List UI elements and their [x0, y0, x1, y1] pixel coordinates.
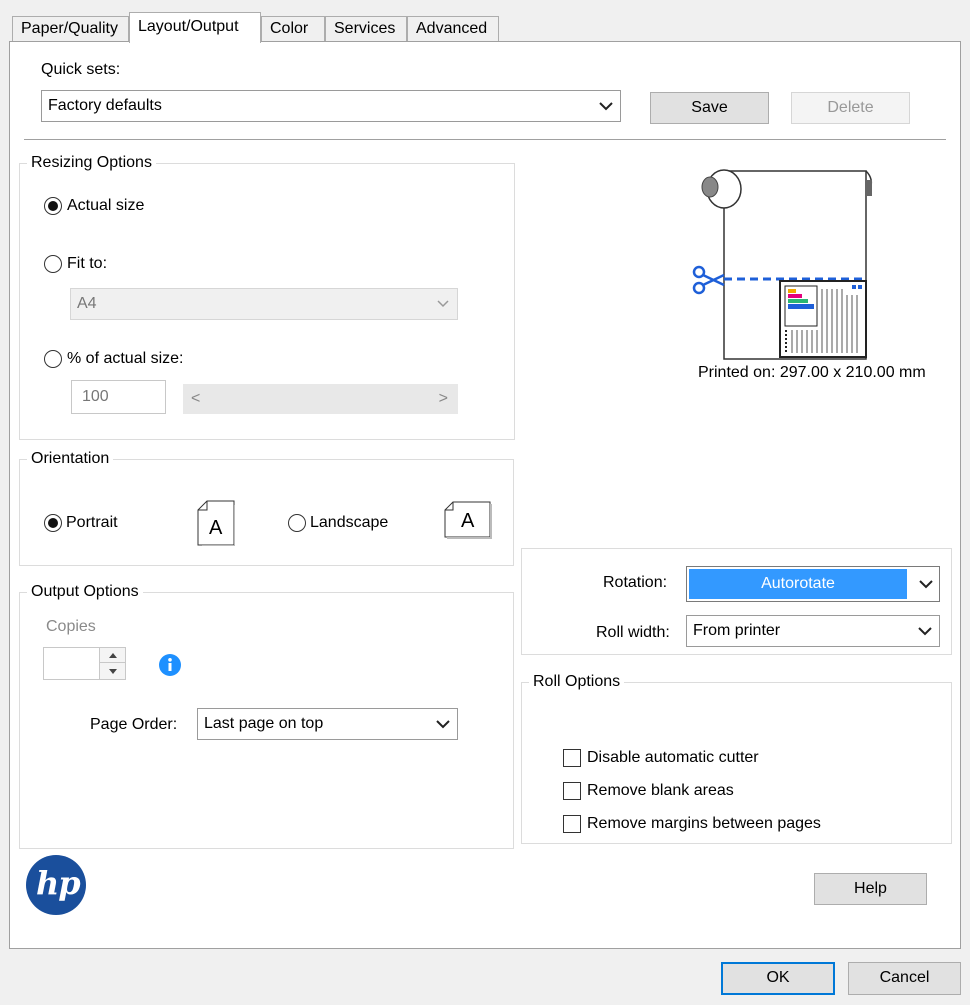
tab-label: Advanced	[416, 20, 488, 37]
tab-paper-quality[interactable]: Paper/Quality	[12, 16, 129, 42]
orientation-title: Orientation	[27, 449, 114, 469]
portrait-page-icon: A	[197, 500, 236, 547]
tab-services[interactable]: Services	[325, 16, 407, 42]
rotation-value: Autorotate	[689, 569, 907, 599]
fit-to-select[interactable]: A4	[70, 288, 458, 320]
landscape-page-icon: A	[444, 501, 492, 539]
divider	[24, 139, 946, 140]
roll-options-group: Roll Options Disable automatic cutter Re…	[521, 672, 952, 844]
remove-margins-checkbox[interactable]	[563, 815, 581, 833]
hp-logo-text: hp	[36, 864, 81, 902]
rotation-label: Rotation:	[603, 574, 668, 591]
roll-width-label: Roll width:	[596, 624, 670, 641]
stepper-up-icon[interactable]	[100, 648, 125, 663]
tab-label: Layout/Output	[138, 18, 239, 35]
portrait-label: Portrait	[66, 514, 118, 531]
layout-output-panel: Quick sets: Factory defaults Save Delete…	[9, 41, 961, 949]
roll-width-select[interactable]: From printer	[686, 615, 940, 647]
tab-layout-output[interactable]: Layout/Output	[129, 12, 261, 43]
output-options-group: Output Options Copies Page Order: Last p…	[19, 582, 514, 849]
page-order-select[interactable]: Last page on top	[197, 708, 458, 740]
landscape-radio[interactable]	[288, 514, 306, 532]
hp-logo: hp	[26, 855, 86, 915]
page-order-label: Page Order:	[90, 716, 178, 733]
slider-right-arrow[interactable]: >	[439, 384, 448, 414]
tab-label: Color	[270, 20, 309, 37]
percent-size-slider[interactable]: < >	[183, 384, 458, 414]
landscape-label: Landscape	[310, 514, 389, 531]
chevron-down-icon	[435, 289, 451, 319]
copies-stepper[interactable]	[43, 647, 126, 680]
printed-on-label: Printed on: 297.00 x 210.00 mm	[698, 364, 926, 381]
remove-blank-areas-checkbox[interactable]	[563, 782, 581, 800]
delete-button[interactable]: Delete	[791, 92, 910, 124]
cancel-button[interactable]: Cancel	[848, 962, 961, 995]
ok-button[interactable]: OK	[721, 962, 835, 995]
scissors-icon	[692, 265, 726, 295]
actual-size-label: Actual size	[67, 197, 145, 214]
tab-label: Paper/Quality	[21, 20, 118, 37]
resizing-options-title: Resizing Options	[27, 153, 156, 173]
roll-width-value: From printer	[693, 622, 781, 639]
tab-label: Services	[334, 20, 396, 37]
percent-size-radio[interactable]	[44, 350, 62, 368]
chevron-down-icon	[598, 91, 614, 121]
percent-size-input[interactable]: 100	[71, 380, 166, 414]
rotation-group: Rotation: Autorotate Roll width: From pr…	[521, 548, 952, 655]
orientation-group: Orientation Portrait A Landscape A	[19, 449, 514, 566]
chevron-down-icon	[435, 709, 451, 739]
chevron-down-icon	[919, 567, 933, 601]
help-button[interactable]: Help	[814, 873, 927, 905]
stepper-down-icon[interactable]	[100, 663, 125, 679]
disable-automatic-cutter-checkbox[interactable]	[563, 749, 581, 767]
portrait-page-glyph: A	[209, 517, 223, 539]
chevron-down-icon	[917, 616, 933, 646]
remove-margins-label: Remove margins between pages	[587, 815, 821, 832]
info-icon[interactable]	[158, 653, 182, 677]
resizing-options-group: Resizing Options Actual size Fit to: A4 …	[19, 153, 515, 440]
page-order-value: Last page on top	[204, 715, 324, 732]
quick-sets-select[interactable]: Factory defaults	[41, 90, 621, 122]
rotation-select[interactable]: Autorotate	[686, 566, 940, 602]
portrait-radio[interactable]	[44, 514, 62, 532]
quick-sets-value: Factory defaults	[48, 97, 162, 114]
fit-to-label: Fit to:	[67, 255, 108, 272]
copies-label: Copies	[46, 618, 96, 635]
fit-to-radio[interactable]	[44, 255, 62, 273]
actual-size-radio[interactable]	[44, 197, 62, 215]
disable-automatic-cutter-label: Disable automatic cutter	[587, 749, 759, 766]
save-button[interactable]: Save	[650, 92, 769, 124]
tab-color[interactable]: Color	[261, 16, 325, 42]
roll-options-title: Roll Options	[529, 672, 625, 692]
slider-left-arrow[interactable]: <	[191, 384, 200, 414]
landscape-page-glyph: A	[461, 510, 475, 532]
print-preview-image	[688, 167, 878, 362]
remove-blank-areas-label: Remove blank areas	[587, 782, 734, 799]
percent-size-label: % of actual size:	[67, 350, 184, 367]
tab-advanced[interactable]: Advanced	[407, 16, 499, 42]
quick-sets-label: Quick sets:	[41, 61, 121, 78]
fit-to-value: A4	[77, 295, 97, 312]
output-options-title: Output Options	[27, 582, 143, 602]
